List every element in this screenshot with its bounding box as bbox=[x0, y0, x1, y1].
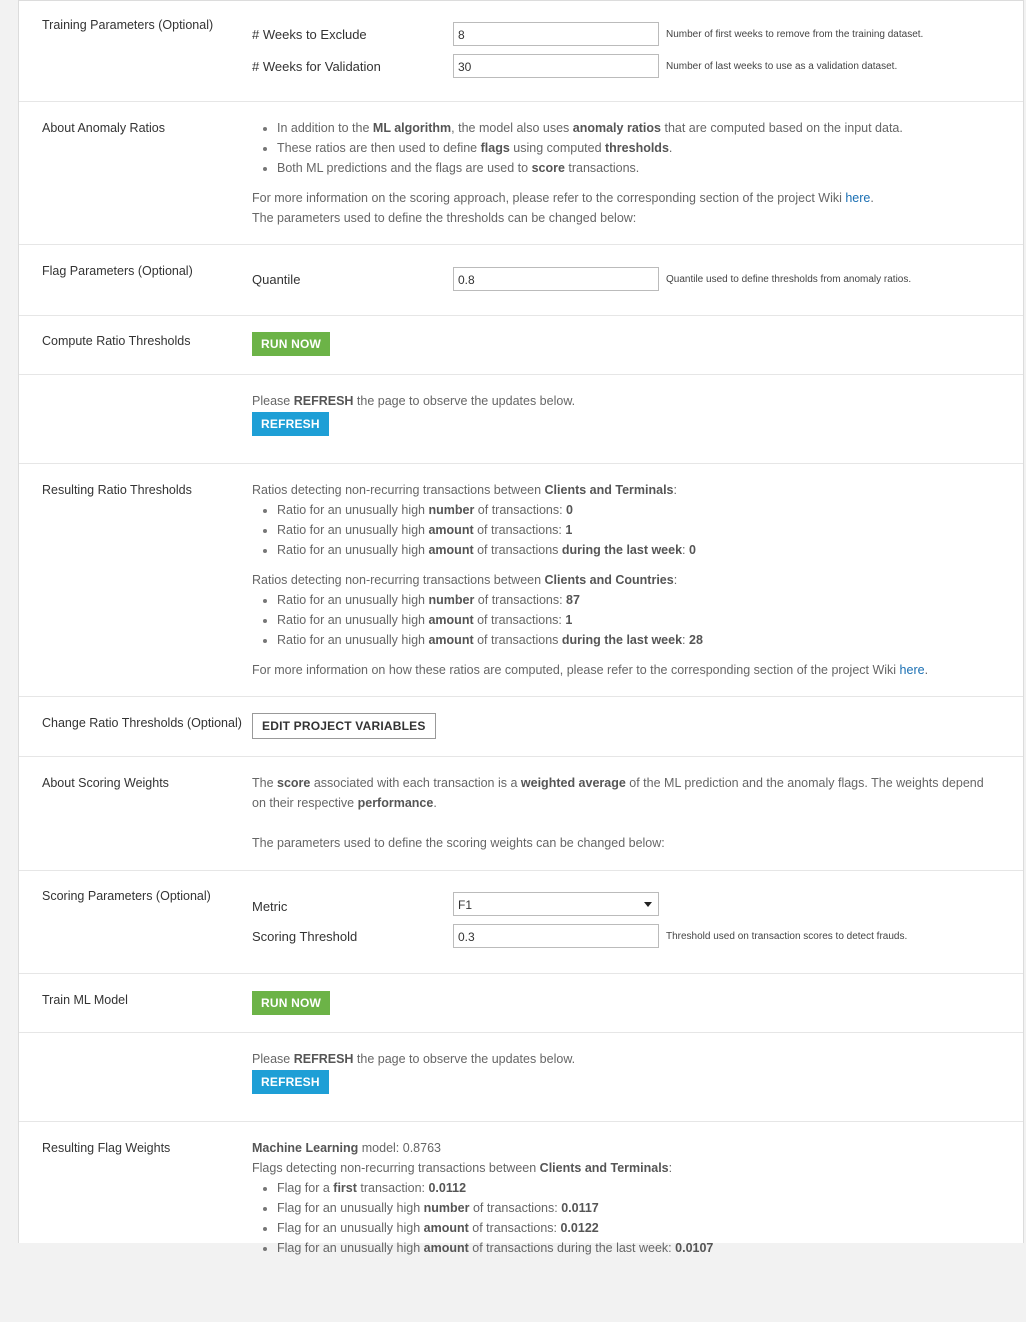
list-item: Ratio for an unusually high amount of tr… bbox=[277, 630, 993, 650]
section-label: Compute Ratio Thresholds bbox=[42, 334, 191, 348]
section-label: Training Parameters (Optional) bbox=[42, 18, 214, 32]
list-item: Both ML predictions and the flags are us… bbox=[277, 158, 993, 178]
section-label: About Scoring Weights bbox=[42, 776, 169, 790]
terminals-ratio-list: Ratio for an unusually high number of tr… bbox=[252, 500, 993, 560]
params-note: The parameters used to define the scorin… bbox=[252, 836, 665, 850]
list-item: Flag for an unusually high number of tra… bbox=[277, 1198, 993, 1218]
section-label: Resulting Flag Weights bbox=[42, 1141, 171, 1155]
refresh-note: Please REFRESH the page to observe the u… bbox=[252, 394, 576, 408]
section-resulting-ratio-thresholds: Resulting Ratio Thresholds Ratios detect… bbox=[19, 464, 1023, 697]
about-weights-content: The score associated with each transacti… bbox=[252, 773, 993, 853]
quantile-input[interactable]: 0.8 bbox=[453, 267, 659, 291]
flag-weights-list: Flag for a first transaction: 0.0112 Fla… bbox=[252, 1178, 993, 1258]
list-item: Ratio for an unusually high amount of tr… bbox=[277, 520, 993, 540]
weeks-to-exclude-input[interactable]: 8 bbox=[453, 22, 659, 46]
chevron-down-icon bbox=[644, 902, 652, 907]
refresh-button[interactable]: REFRESH bbox=[252, 1070, 329, 1094]
section-label: Change Ratio Thresholds (Optional) bbox=[42, 716, 242, 730]
wiki-info-text: For more information on how these ratios… bbox=[252, 663, 929, 677]
countries-ratio-list: Ratio for an unusually high number of tr… bbox=[252, 590, 993, 650]
params-note: The parameters used to define the thresh… bbox=[252, 211, 637, 225]
section-label: Resulting Ratio Thresholds bbox=[42, 483, 192, 497]
section-flag-parameters: Flag Parameters (Optional) Quantile 0.8 … bbox=[19, 245, 1023, 316]
ml-model-weight: Machine Learning model: 0.8763 bbox=[252, 1141, 441, 1155]
section-label: Scoring Parameters (Optional) bbox=[42, 889, 211, 903]
compute-thresholds-run-now-button[interactable]: RUN NOW bbox=[252, 332, 331, 356]
section-label: Train ML Model bbox=[42, 993, 128, 1007]
section-about-anomaly-ratios: About Anomaly Ratios In addition to the … bbox=[19, 102, 1023, 245]
list-item: Ratio for an unusually high amount of tr… bbox=[277, 610, 993, 630]
list-item: Flag for a first transaction: 0.0112 bbox=[277, 1178, 993, 1198]
section-refresh-thresholds: Please REFRESH the page to observe the u… bbox=[19, 375, 1023, 464]
section-change-ratio-thresholds: Change Ratio Thresholds (Optional) EDIT … bbox=[19, 697, 1023, 757]
field-label: Quantile bbox=[252, 272, 301, 287]
wiki-link[interactable]: here bbox=[845, 191, 870, 205]
terminals-flags-intro: Flags detecting non-recurring transactio… bbox=[252, 1161, 673, 1175]
project-settings-panel: Training Parameters (Optional) # Weeks t… bbox=[18, 0, 1024, 1255]
wiki-info-text: For more information on the scoring appr… bbox=[252, 191, 874, 205]
section-train-ml-model: Train ML Model RUN NOW bbox=[19, 974, 1023, 1033]
field-label: Scoring Threshold bbox=[252, 929, 358, 944]
refresh-note: Please REFRESH the page to observe the u… bbox=[252, 1052, 576, 1066]
section-refresh-weights: Please REFRESH the page to observe the u… bbox=[19, 1033, 1023, 1122]
edit-project-variables-button[interactable]: EDIT PROJECT VARIABLES bbox=[252, 713, 436, 739]
section-compute-ratio-thresholds: Compute Ratio Thresholds RUN NOW bbox=[19, 316, 1023, 375]
about-ratios-content: In addition to the ML algorithm, the mod… bbox=[252, 118, 993, 228]
list-item: Ratio for an unusually high number of tr… bbox=[277, 590, 993, 610]
flag-weights-content: Machine Learning model: 0.8763 Flags det… bbox=[252, 1138, 993, 1258]
section-resulting-flag-weights: Resulting Flag Weights Machine Learning … bbox=[19, 1122, 1023, 1322]
section-about-scoring-weights: About Scoring Weights The score associat… bbox=[19, 757, 1023, 871]
field-hint: Number of first weeks to remove from the… bbox=[666, 29, 924, 40]
weights-description: The score associated with each transacti… bbox=[252, 776, 984, 810]
train-model-run-now-button[interactable]: RUN NOW bbox=[252, 991, 331, 1015]
field-label: # Weeks to Exclude bbox=[252, 27, 367, 42]
list-item: Ratio for an unusually high number of tr… bbox=[277, 500, 993, 520]
metric-select[interactable]: F1 bbox=[453, 892, 659, 916]
section-training-parameters: Training Parameters (Optional) # Weeks t… bbox=[19, 1, 1023, 102]
field-hint: Quantile used to define thresholds from … bbox=[666, 274, 912, 285]
wiki-link[interactable]: here bbox=[900, 663, 925, 677]
list-item: Flag for an unusually high amount of tra… bbox=[277, 1218, 993, 1238]
about-ratios-list: In addition to the ML algorithm, the mod… bbox=[252, 118, 993, 178]
field-label: # Weeks for Validation bbox=[252, 59, 381, 74]
section-scoring-parameters: Scoring Parameters (Optional) Metric F1 … bbox=[19, 871, 1023, 974]
field-hint: Threshold used on transaction scores to … bbox=[666, 931, 908, 942]
field-hint: Number of last weeks to use as a validat… bbox=[666, 61, 898, 72]
terminals-intro: Ratios detecting non-recurring transacti… bbox=[252, 483, 677, 497]
field-label: Metric bbox=[252, 899, 288, 914]
scoring-threshold-input[interactable]: 0.3 bbox=[453, 924, 659, 948]
section-label: About Anomaly Ratios bbox=[42, 121, 165, 135]
section-label: Flag Parameters (Optional) bbox=[42, 264, 193, 278]
resulting-thresholds-content: Ratios detecting non-recurring transacti… bbox=[252, 480, 993, 680]
list-item: These ratios are then used to define fla… bbox=[277, 138, 993, 158]
list-item: In addition to the ML algorithm, the mod… bbox=[277, 118, 993, 138]
weeks-for-validation-input[interactable]: 30 bbox=[453, 54, 659, 78]
list-item: Ratio for an unusually high amount of tr… bbox=[277, 540, 993, 560]
list-item: Flag for an unusually high amount of tra… bbox=[277, 1238, 993, 1258]
countries-intro: Ratios detecting non-recurring transacti… bbox=[252, 573, 678, 587]
refresh-button[interactable]: REFRESH bbox=[252, 412, 329, 436]
